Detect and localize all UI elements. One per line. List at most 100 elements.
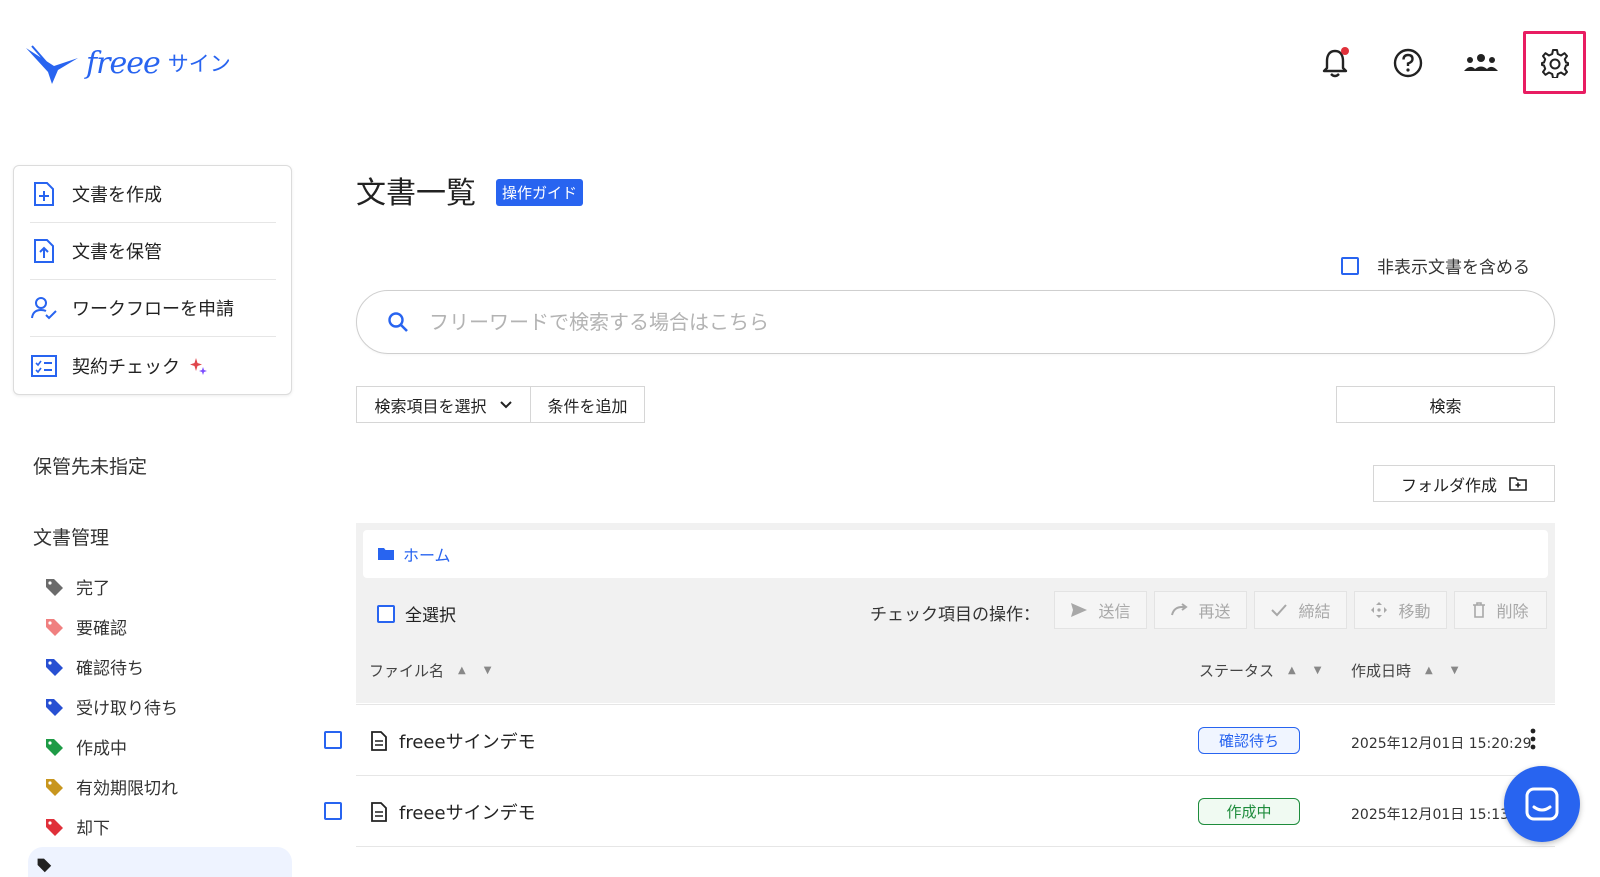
notification-dot — [1341, 47, 1349, 55]
created-date: 2025年12月01日 15:13:3 — [1351, 807, 1523, 823]
document-upload-icon — [30, 238, 58, 264]
row-menu-button[interactable] — [1530, 728, 1536, 754]
search-input[interactable] — [429, 310, 1429, 334]
conclude-button[interactable]: 締結 — [1254, 591, 1347, 629]
add-condition-button[interactable]: 条件を追加 — [530, 386, 645, 423]
tag-rejected[interactable]: 却下 — [44, 814, 110, 839]
column-created-label: 作成日時 — [1351, 662, 1412, 680]
check-icon — [1271, 604, 1288, 617]
row-checkbox[interactable] — [324, 731, 342, 749]
select-all-checkbox[interactable] — [377, 604, 395, 623]
contract-check-label: 契約チェック — [72, 356, 180, 378]
tag-awaiting-receipt[interactable]: 受け取り待ち — [44, 694, 178, 719]
trash-icon — [1473, 602, 1486, 618]
tag-label: 作成中 — [76, 739, 127, 759]
column-file-name[interactable]: ファイル名 ▲ ▼ — [369, 660, 491, 681]
delete-button[interactable]: 削除 — [1454, 591, 1547, 629]
tag-icon — [46, 658, 63, 676]
store-document-button[interactable]: 文書を保管 — [30, 223, 276, 280]
select-all-label: 全選択 — [405, 606, 456, 626]
sort-asc-icon[interactable]: ▲ — [1288, 665, 1296, 676]
created-date: 2025年12月01日 15:20:29 — [1351, 736, 1532, 752]
table-row[interactable]: freeeサインデモ — [371, 799, 536, 825]
help-button[interactable] — [1386, 41, 1430, 85]
users-icon — [1464, 54, 1498, 71]
tag-expired[interactable]: 有効期限切れ — [44, 774, 178, 799]
tag-in-progress[interactable]: 作成中 — [44, 734, 127, 759]
file-name[interactable]: freeeサインデモ — [399, 728, 536, 754]
status-badge: 作成中 — [1198, 798, 1300, 825]
column-status[interactable]: ステータス ▲ ▼ — [1199, 660, 1321, 681]
conclude-label: 締結 — [1298, 602, 1331, 621]
table-row[interactable]: freeeサインデモ — [371, 728, 536, 754]
tag-icon — [37, 858, 52, 873]
settings-button[interactable] — [1523, 31, 1586, 94]
move-button[interactable]: 移動 — [1354, 591, 1447, 629]
tag-label: 確認待ち — [76, 659, 144, 679]
tag-icon — [46, 778, 63, 796]
sidebar-selected-item[interactable] — [28, 847, 292, 877]
select-fields-label: 検索項目を選択 — [374, 396, 487, 416]
app-logo[interactable]: freee サイン — [24, 38, 231, 88]
select-all[interactable]: 全選択 — [377, 601, 456, 626]
more-vertical-icon — [1530, 728, 1536, 750]
send-button[interactable]: 送信 — [1054, 591, 1147, 629]
tag-label: 完了 — [76, 579, 110, 599]
row-checkbox[interactable] — [324, 802, 342, 820]
search-button-label: 検索 — [1429, 396, 1462, 416]
sort-desc-icon[interactable]: ▼ — [1451, 665, 1459, 676]
tag-needs-check[interactable]: 要確認 — [44, 614, 127, 639]
row-divider — [356, 704, 1555, 705]
select-search-fields-button[interactable]: 検索項目を選択 — [356, 386, 531, 423]
request-workflow-label: ワークフローを申請 — [72, 299, 234, 320]
create-folder-label: フォルダ作成 — [1400, 475, 1497, 495]
include-hidden-checkbox[interactable] — [1341, 256, 1359, 275]
resend-button[interactable]: 再送 — [1154, 591, 1247, 629]
sort-desc-icon[interactable]: ▼ — [484, 665, 492, 676]
column-status-label: ステータス — [1199, 662, 1275, 680]
sort-desc-icon[interactable]: ▼ — [1314, 665, 1322, 676]
sort-asc-icon[interactable]: ▲ — [458, 665, 466, 676]
unassigned-section-title[interactable]: 保管先未指定 — [33, 452, 147, 479]
tag-label: 有効期限切れ — [76, 779, 178, 799]
tag-completed[interactable]: 完了 — [44, 574, 110, 599]
contract-check-button[interactable]: 契約チェック — [30, 337, 276, 394]
sidebar-actions: 文書を作成 文書を保管 ワークフローを申請 契約チェック — [13, 165, 292, 395]
send-icon — [1071, 603, 1088, 617]
guide-badge[interactable]: 操作ガイド — [496, 179, 584, 206]
breadcrumb: ホーム — [363, 530, 1548, 578]
status-badge: 確認待ち — [1198, 727, 1300, 754]
search-bar[interactable] — [356, 290, 1555, 354]
folder-add-icon — [1509, 476, 1527, 491]
members-button[interactable] — [1459, 41, 1503, 85]
user-check-icon — [30, 296, 58, 320]
tag-icon — [46, 818, 63, 836]
sort-asc-icon[interactable]: ▲ — [1425, 665, 1433, 676]
store-document-label: 文書を保管 — [72, 242, 162, 263]
chat-support-button[interactable] — [1504, 766, 1580, 842]
include-hidden-toggle[interactable]: 非表示文書を含める — [1341, 253, 1530, 278]
resend-label: 再送 — [1198, 602, 1231, 621]
create-folder-button[interactable]: フォルダ作成 — [1373, 465, 1555, 502]
notification-button[interactable] — [1313, 41, 1357, 85]
chevron-down-icon — [499, 400, 512, 408]
redo-icon — [1171, 603, 1189, 616]
request-workflow-button[interactable]: ワークフローを申請 — [30, 280, 276, 337]
breadcrumb-home[interactable]: ホーム — [403, 542, 451, 566]
checklist-icon — [30, 354, 58, 377]
doc-management-title: 文書管理 — [33, 527, 110, 549]
file-name[interactable]: freeeサインデモ — [399, 799, 536, 825]
tag-icon — [46, 618, 63, 636]
logo-text: freee — [86, 45, 161, 81]
column-file-name-label: ファイル名 — [369, 662, 445, 680]
tag-icon — [46, 578, 63, 596]
create-document-button[interactable]: 文書を作成 — [30, 166, 276, 223]
bulk-ops-label: チェック項目の操作： — [870, 605, 1040, 625]
send-label: 送信 — [1098, 602, 1131, 621]
column-created[interactable]: 作成日時 ▲ ▼ — [1351, 660, 1458, 681]
tag-awaiting-check[interactable]: 確認待ち — [44, 654, 144, 679]
search-button[interactable]: 検索 — [1336, 386, 1555, 423]
logo-sub: サイン — [167, 52, 231, 76]
search-icon — [388, 312, 408, 332]
row-divider — [356, 846, 1555, 847]
